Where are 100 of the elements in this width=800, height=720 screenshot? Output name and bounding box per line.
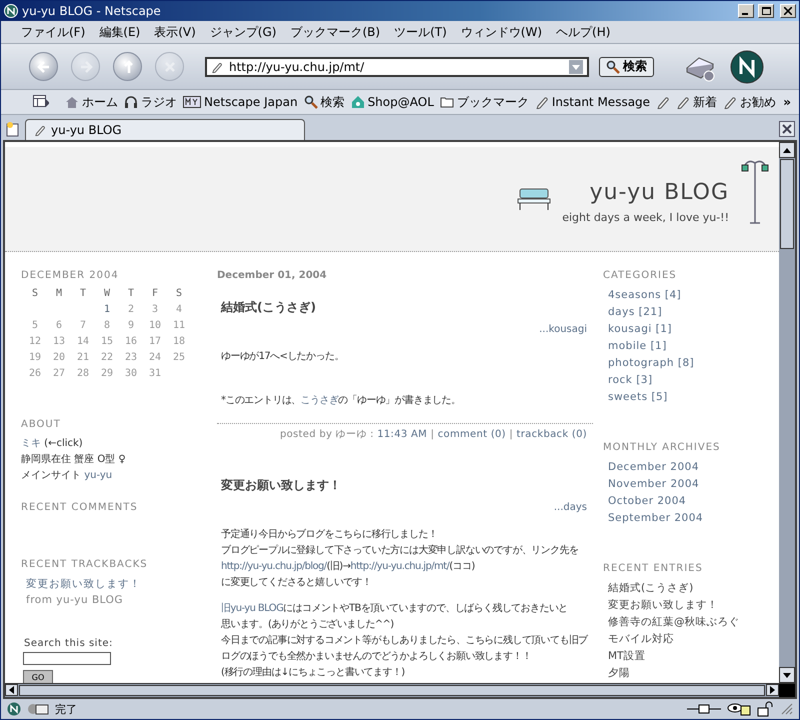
menu-item[interactable]: ファイル(F) — [21, 24, 86, 40]
go-button[interactable]: GO — [23, 670, 53, 683]
menu-item[interactable]: ジャンプ(G) — [210, 24, 276, 40]
text-link[interactable]: http://yu-yu.chu.jp/mt/ — [350, 561, 450, 572]
toolbar-bookmark[interactable]: お勧め — [723, 94, 776, 110]
text-link[interactable]: 11:43 AM — [377, 429, 428, 440]
entry-link[interactable]: MT設置 — [603, 648, 773, 665]
toolbar-bookmark[interactable]: ラジオ — [124, 94, 177, 110]
scroll-down-button[interactable] — [779, 667, 795, 683]
eye-icon[interactable] — [727, 702, 751, 716]
bookmark-icon — [656, 95, 670, 109]
search-button[interactable]: 検索 — [599, 56, 654, 76]
toolbar-bookmark[interactable]: Netscape Japan — [183, 95, 298, 109]
down-triangle-icon — [783, 672, 791, 678]
menu-item[interactable]: ウィンドウ(W) — [460, 24, 542, 40]
text-link[interactable]: comment (0) — [438, 429, 506, 440]
resize-grip-icon[interactable] — [781, 703, 793, 715]
close-button[interactable] — [780, 4, 796, 18]
text-link[interactable]: trackback (0) — [516, 429, 587, 440]
section-heading: RECENT ENTRIES — [603, 563, 704, 574]
toolbar-bookmark[interactable]: ブックマーク — [440, 94, 529, 110]
menu-item[interactable]: ツール(T) — [394, 24, 447, 40]
entry-link[interactable]: 結婚式(こうさぎ) — [603, 580, 773, 597]
archive-link[interactable]: December 2004 — [603, 459, 773, 476]
calendar-heading: DECEMBER 2004 — [21, 270, 120, 281]
category-link[interactable]: sweets [5] — [603, 389, 773, 406]
sidebar-toggle-icon[interactable] — [33, 95, 49, 109]
search-label: Search this site: — [24, 638, 114, 649]
back-button[interactable] — [29, 52, 58, 81]
category-link[interactable]: rock [3] — [603, 372, 773, 389]
headphones-icon — [124, 95, 138, 109]
calendar-day: 29 — [95, 367, 119, 381]
entry-link[interactable]: 変更お願い致します！ — [603, 597, 773, 614]
entry-link[interactable]: 夕陽 — [603, 665, 773, 682]
archive-link[interactable]: November 2004 — [603, 476, 773, 493]
archive-link[interactable]: October 2004 — [603, 493, 773, 510]
calendar-day[interactable]: 1 — [95, 303, 119, 317]
text-link[interactable]: こうさぎ — [300, 395, 338, 406]
calendar-day: 21 — [71, 351, 95, 365]
scroll-left-button[interactable] — [5, 684, 18, 696]
toolbar-bookmark[interactable] — [656, 95, 670, 109]
category-link[interactable]: photograph [8] — [603, 355, 773, 372]
entry-link[interactable]: モバイル対応 — [603, 631, 773, 648]
left-triangle-icon — [9, 686, 14, 694]
toolbar-bookmark[interactable]: ホーム — [65, 94, 118, 110]
category-link[interactable]: 4seasons [4] — [603, 287, 773, 304]
blog-tagline: eight days a week, I love yu-!! — [562, 211, 729, 224]
folder-icon — [440, 95, 454, 109]
minimize-button[interactable] — [738, 4, 754, 18]
text-link[interactable]: http://yu-yu.chu.jp/blog/ — [221, 561, 327, 572]
netscape-logo-icon — [4, 4, 18, 18]
category-link[interactable]: mobile [1] — [603, 338, 773, 355]
calendar-day: 26 — [23, 367, 47, 381]
connection-plug-icon — [687, 703, 721, 715]
calendar-day: 11 — [167, 319, 191, 333]
toolbar-bookmark[interactable]: 検索 — [304, 94, 345, 110]
menu-item[interactable]: ヘルプ(H) — [556, 24, 610, 40]
reload-button[interactable] — [113, 52, 142, 81]
scrollbar-thumb[interactable] — [780, 159, 794, 249]
trackback-source: from yu-yu BLOG — [25, 593, 124, 608]
toolbar-bookmark[interactable]: Shop@AOL — [350, 95, 434, 109]
category-link[interactable]: days [21] — [603, 304, 773, 321]
calendar-day: 14 — [71, 335, 95, 349]
bookmark-icon — [211, 60, 223, 72]
calendar-day: 16 — [119, 335, 143, 349]
scroll-up-button[interactable] — [779, 142, 795, 158]
search-input[interactable] — [23, 652, 111, 665]
weekday-label: T — [78, 287, 88, 301]
entry-link[interactable]: 修善寺の紅葉@秋味ぶろぐ — [603, 614, 773, 631]
archive-link[interactable]: September 2004 — [603, 510, 773, 527]
toolbar-bookmark[interactable]: Instant Message — [534, 95, 650, 109]
unlocked-padlock-icon[interactable] — [757, 701, 775, 717]
menu-item[interactable]: ブックマーク(B) — [290, 24, 380, 40]
category-link[interactable]: ...kousagi — [217, 324, 587, 335]
netscape-logo-icon[interactable] — [730, 50, 764, 84]
category-link[interactable]: kousagi [1] — [603, 321, 773, 338]
overflow-chevron[interactable]: » — [783, 95, 791, 109]
menu-item[interactable]: 表示(V) — [154, 24, 196, 40]
calendar-day: 7 — [71, 319, 95, 333]
new-tab-icon[interactable] — [5, 121, 21, 137]
scroll-right-button[interactable] — [766, 684, 779, 696]
maximize-button[interactable] — [758, 4, 774, 18]
close-tab-icon[interactable] — [779, 121, 795, 137]
mail-icon[interactable] — [27, 702, 49, 716]
menu-item[interactable]: 編集(E) — [99, 24, 140, 40]
scrollbar-thumb[interactable] — [19, 685, 765, 696]
text-link[interactable]: 旧yu-yu BLOG — [221, 603, 284, 614]
toolbar-bookmark[interactable]: 新着 — [676, 94, 718, 110]
netscape-logo-icon[interactable] — [7, 702, 21, 716]
calendar-day: 24 — [143, 351, 167, 365]
category-link[interactable]: ...days — [217, 502, 587, 513]
magnifier-icon — [304, 95, 318, 109]
address-field[interactable]: http://yu-yu.chu.jp/mt/ — [205, 56, 589, 76]
text-link[interactable]: yu-yu — [84, 470, 112, 481]
bookmark-icon — [34, 124, 46, 136]
text-link[interactable]: ミキ — [21, 438, 41, 449]
close-icon — [784, 7, 792, 15]
trackback-link[interactable]: 変更お願い致します！ — [21, 576, 217, 592]
post-paragraph: 予定通り今日からブログをこちらに移行しました！ ブログピープルに登録して下さっていた方には大変申し訳ないのですが、リンク先を http://yu-yu.chu.jp/blog/(旧)→http://yu-yu.chu.jp/mt/(ココ) に変更してくださると嬉しいです！ — [221, 528, 580, 590]
browser-tab[interactable]: yu-yu BLOG — [25, 119, 305, 140]
